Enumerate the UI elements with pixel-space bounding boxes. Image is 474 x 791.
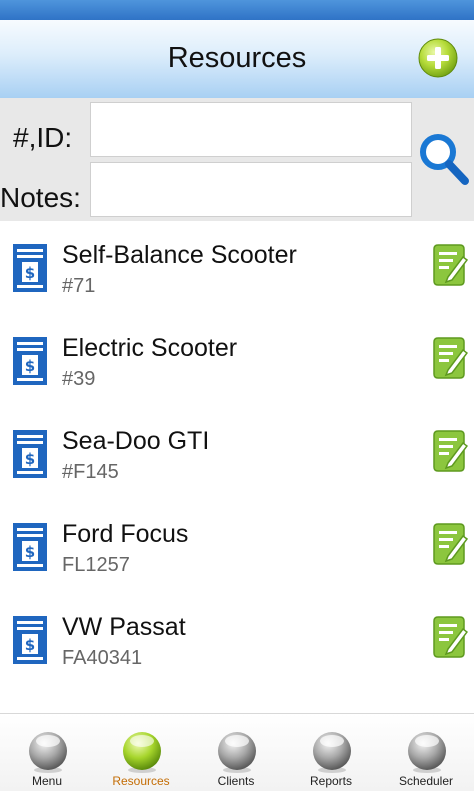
resource-name: Sea-Doo GTI (62, 427, 210, 455)
resource-document-icon: $ (13, 523, 47, 571)
nav-reports[interactable]: Reports (284, 714, 378, 791)
nav-label-clients: Clients (217, 774, 255, 788)
nav-clients[interactable]: Clients (189, 714, 283, 791)
resource-list: $ Self-Balance Scooter #71 $ Electric Sc… (0, 221, 474, 686)
nav-menu[interactable]: Menu (0, 714, 94, 791)
page-title: Resources (167, 42, 307, 74)
svg-text:$: $ (25, 264, 35, 282)
id-input[interactable] (90, 102, 412, 157)
resource-document-icon: $ (13, 244, 47, 292)
resource-row[interactable]: $ Ford Focus FL1257 (0, 500, 474, 593)
notes-input[interactable] (90, 162, 412, 217)
edit-icon[interactable] (430, 522, 468, 566)
scheduler-icon (408, 732, 446, 773)
resource-document-icon: $ (13, 337, 47, 385)
search-icon[interactable] (418, 132, 470, 186)
id-label: #,ID: (13, 122, 73, 153)
nav-scheduler[interactable]: Scheduler (379, 714, 473, 791)
edit-icon[interactable] (430, 615, 468, 659)
resource-document-icon: $ (13, 616, 47, 664)
resources-icon (123, 732, 161, 773)
reports-icon (313, 732, 351, 773)
resource-code: FL1257 (62, 554, 130, 576)
resource-code: FA40341 (62, 647, 143, 669)
resource-name: Self-Balance Scooter (62, 241, 297, 269)
resource-code: #39 (62, 368, 96, 390)
status-bar (0, 0, 474, 20)
edit-icon[interactable] (430, 429, 468, 473)
nav-label-reports: Reports (309, 774, 353, 788)
resource-name: Ford Focus (62, 520, 189, 548)
menu-icon (29, 732, 67, 773)
app-header: Resources (0, 20, 474, 99)
bottom-navigation: Menu Resources Clients Reports Scheduler (0, 713, 474, 791)
clients-icon (218, 732, 256, 773)
svg-text:$: $ (25, 450, 35, 468)
resource-code: #F145 (62, 461, 119, 483)
resource-name: Electric Scooter (62, 334, 238, 362)
resource-row[interactable]: $ Self-Balance Scooter #71 (0, 221, 474, 314)
edit-icon[interactable] (430, 336, 468, 380)
resource-code: #71 (62, 275, 96, 297)
svg-text:$: $ (25, 636, 35, 654)
resource-row[interactable]: $ VW Passat FA40341 (0, 593, 474, 686)
nav-label-menu: Menu (31, 774, 63, 788)
nav-resources[interactable]: Resources (94, 714, 188, 791)
resource-row[interactable]: $ Electric Scooter #39 (0, 314, 474, 407)
resource-document-icon: $ (13, 430, 47, 478)
notes-label: Notes: (0, 182, 81, 213)
svg-text:$: $ (25, 543, 35, 561)
nav-label-scheduler: Scheduler (398, 774, 454, 788)
add-resource-button[interactable] (418, 38, 458, 78)
resource-row[interactable]: $ Sea-Doo GTI #F145 (0, 407, 474, 500)
resource-name: VW Passat (62, 613, 186, 641)
search-panel: #,ID: Notes: (0, 98, 474, 221)
nav-label-resources: Resources (112, 774, 170, 788)
edit-icon[interactable] (430, 243, 468, 287)
svg-text:$: $ (25, 357, 35, 375)
